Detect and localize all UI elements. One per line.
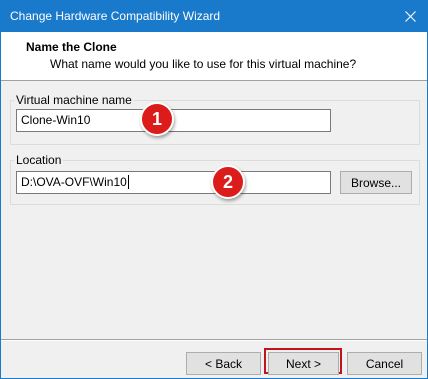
location-value: D:\OVA-OVF\Win10 <box>21 175 127 189</box>
step-badge-1: 1 <box>140 102 174 136</box>
next-button[interactable]: Next > <box>268 352 339 375</box>
window-title: Change Hardware Compatibility Wizard <box>10 9 221 23</box>
location-input[interactable]: D:\OVA-OVF\Win10 <box>16 171 331 194</box>
wizard-window: Change Hardware Compatibility Wizard Nam… <box>0 0 428 379</box>
step-badge-2: 2 <box>211 165 245 199</box>
wizard-header: Name the Clone What name would you like … <box>1 32 427 81</box>
location-label: Location <box>14 152 64 168</box>
cancel-button[interactable]: Cancel <box>347 352 422 375</box>
page-title: Name the Clone <box>26 40 117 54</box>
back-button[interactable]: < Back <box>186 352 261 375</box>
browse-button[interactable]: Browse... <box>340 171 412 194</box>
vm-name-label: Virtual machine name <box>14 92 134 108</box>
title-bar: Change Hardware Compatibility Wizard <box>1 1 427 32</box>
footer-separator <box>1 339 427 341</box>
text-caret <box>127 175 129 189</box>
page-subtitle: What name would you like to use for this… <box>50 57 357 71</box>
vm-name-value: Clone-Win10 <box>21 113 91 127</box>
close-button[interactable] <box>393 1 427 32</box>
close-icon <box>404 11 416 22</box>
